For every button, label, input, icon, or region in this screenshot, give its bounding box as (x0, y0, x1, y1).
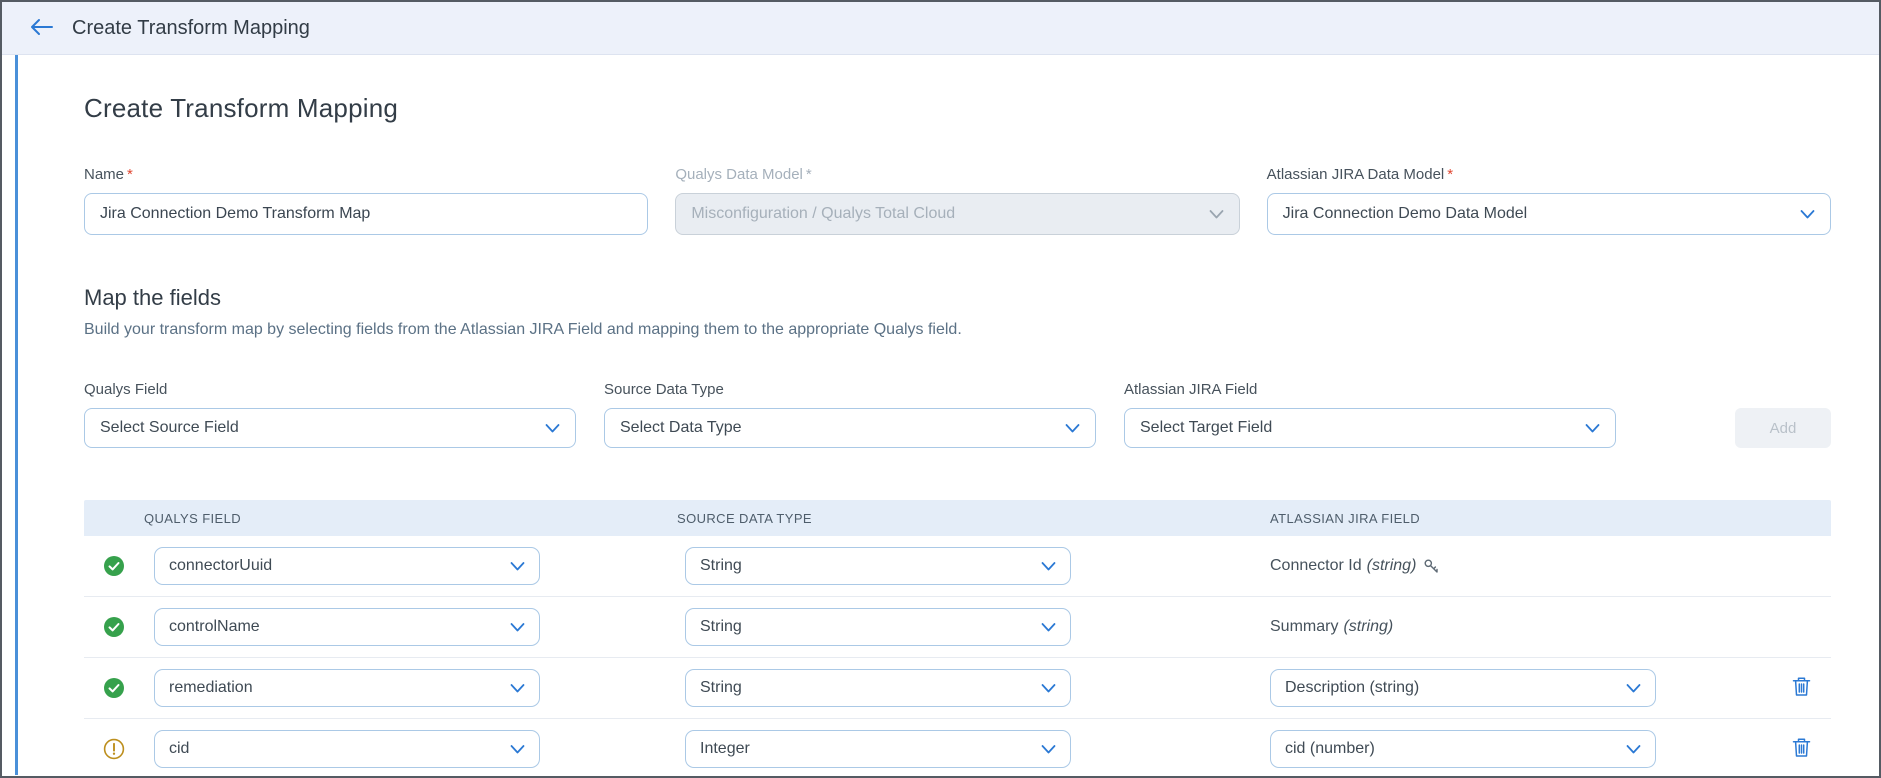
jira-field-selector: Atlassian JIRA Field Select Target Field (1124, 381, 1616, 448)
chevron-down-icon (1800, 210, 1815, 219)
jira-data-model-select[interactable]: Jira Connection Demo Data Model (1267, 193, 1831, 235)
map-fields-heading: Map the fields (84, 285, 1831, 311)
row-jira-field-type: (string) (1367, 557, 1417, 575)
column-header-jira-field: ATLASSIAN JIRA FIELD (1270, 511, 1751, 526)
table-row: connectorUuid String Connector Id (strin… (84, 536, 1831, 597)
chevron-down-icon (1041, 684, 1056, 693)
trash-icon (1792, 676, 1811, 700)
row-qualys-field-value: controlName (169, 618, 260, 636)
table-row: cid Integer cid (number) (84, 719, 1831, 778)
qualys-field-selector: Qualys Field Select Source Field (84, 381, 576, 448)
row-jira-field-text: Summary (string) (1270, 618, 1393, 636)
qualys-data-model-select[interactable]: Misconfiguration / Qualys Total Cloud (675, 193, 1239, 235)
status-valid-icon (103, 677, 125, 699)
name-field: Name* (84, 166, 648, 235)
column-header-qualys-field: QUALYS FIELD (144, 511, 677, 526)
chevron-down-icon (510, 745, 525, 754)
table-row: controlName String Summary (string) (84, 597, 1831, 658)
row-source-type-value: String (700, 557, 742, 575)
qualys-field-select[interactable]: Select Source Field (84, 408, 576, 448)
key-icon (1423, 558, 1440, 575)
delete-row-button[interactable] (1792, 737, 1811, 761)
required-asterisk: * (127, 166, 133, 183)
jira-field-select[interactable]: Select Target Field (1124, 408, 1616, 448)
qualys-data-model-value: Misconfiguration / Qualys Total Cloud (691, 205, 955, 223)
row-jira-field-name: Summary (1270, 618, 1338, 636)
qualys-field-select-value: Select Source Field (100, 419, 239, 437)
jira-data-model-value: Jira Connection Demo Data Model (1283, 205, 1528, 223)
qualys-data-model-label: Qualys Data Model* (675, 166, 1239, 183)
row-source-type-value: Integer (700, 740, 750, 758)
name-label: Name* (84, 166, 648, 183)
back-button[interactable] (30, 18, 54, 39)
field-selector-row: Qualys Field Select Source Field Source … (84, 381, 1831, 448)
status-valid-icon (103, 555, 125, 577)
chevron-down-icon (1585, 424, 1600, 433)
row-qualys-field-value: remediation (169, 679, 253, 697)
qualys-data-model-field: Qualys Data Model* Misconfiguration / Qu… (675, 166, 1239, 235)
source-data-type-label: Source Data Type (604, 381, 1096, 398)
row-source-type-value: String (700, 618, 742, 636)
chevron-down-icon (510, 623, 525, 632)
chevron-down-icon (1209, 210, 1224, 219)
mapping-table-header: QUALYS FIELD SOURCE DATA TYPE ATLASSIAN … (84, 500, 1831, 536)
mapping-table: QUALYS FIELD SOURCE DATA TYPE ATLASSIAN … (84, 500, 1831, 778)
delete-row-button[interactable] (1792, 676, 1811, 700)
chevron-down-icon (510, 684, 525, 693)
row-source-type-select[interactable]: String (685, 547, 1071, 585)
top-form-row: Name* Qualys Data Model* Misconfiguratio… (84, 166, 1831, 235)
row-qualys-field-select[interactable]: remediation (154, 669, 540, 707)
chevron-down-icon (1065, 424, 1080, 433)
status-warning-icon (103, 738, 125, 760)
chevron-down-icon (1626, 684, 1641, 693)
chevron-down-icon (510, 562, 525, 571)
source-data-type-selector: Source Data Type Select Data Type (604, 381, 1096, 448)
row-jira-field-select[interactable]: Description (string) (1270, 669, 1656, 707)
chevron-down-icon (1041, 745, 1056, 754)
row-jira-field-value: Description (string) (1285, 679, 1419, 697)
mapping-table-body: connectorUuid String Connector Id (strin… (84, 536, 1831, 778)
create-transform-mapping-screen: Create Transform Mapping Create Transfor… (0, 0, 1881, 778)
topbar-title: Create Transform Mapping (72, 17, 310, 40)
row-qualys-field-select[interactable]: connectorUuid (154, 547, 540, 585)
source-data-type-select[interactable]: Select Data Type (604, 408, 1096, 448)
back-arrow-icon (30, 18, 54, 39)
required-asterisk: * (806, 166, 812, 183)
page-title: Create Transform Mapping (84, 93, 1831, 124)
chevron-down-icon (1626, 745, 1641, 754)
chevron-down-icon (1041, 562, 1056, 571)
status-valid-icon (103, 616, 125, 638)
row-qualys-field-value: connectorUuid (169, 557, 272, 575)
row-source-type-select[interactable]: String (685, 608, 1071, 646)
chevron-down-icon (1041, 623, 1056, 632)
row-jira-field-text: Connector Id (string) (1270, 557, 1440, 575)
row-qualys-field-select[interactable]: controlName (154, 608, 540, 646)
row-jira-field-name: Connector Id (1270, 557, 1362, 575)
row-qualys-field-value: cid (169, 740, 189, 758)
row-jira-field-type: (string) (1343, 618, 1393, 636)
topbar: Create Transform Mapping (2, 2, 1879, 55)
jira-field-label: Atlassian JIRA Field (1124, 381, 1616, 398)
qualys-field-label: Qualys Field (84, 381, 576, 398)
row-source-type-select[interactable]: Integer (685, 730, 1071, 768)
content-card: Create Transform Mapping Name* Qualys Da… (15, 55, 1879, 775)
row-jira-field-value: cid (number) (1285, 740, 1375, 758)
column-header-source-data-type: SOURCE DATA TYPE (677, 511, 1270, 526)
row-jira-field-select[interactable]: cid (number) (1270, 730, 1656, 768)
jira-data-model-field: Atlassian JIRA Data Model* Jira Connecti… (1267, 166, 1831, 235)
row-qualys-field-select[interactable]: cid (154, 730, 540, 768)
add-button[interactable]: Add (1735, 408, 1831, 448)
trash-icon (1792, 737, 1811, 761)
row-source-type-select[interactable]: String (685, 669, 1071, 707)
required-asterisk: * (1447, 166, 1453, 183)
source-data-type-select-value: Select Data Type (620, 419, 742, 437)
jira-data-model-label: Atlassian JIRA Data Model* (1267, 166, 1831, 183)
map-fields-description: Build your transform map by selecting fi… (84, 321, 1831, 339)
chevron-down-icon (545, 424, 560, 433)
name-input[interactable] (84, 193, 648, 235)
table-row: remediation String Description (string) (84, 658, 1831, 719)
jira-field-select-value: Select Target Field (1140, 419, 1272, 437)
row-source-type-value: String (700, 679, 742, 697)
